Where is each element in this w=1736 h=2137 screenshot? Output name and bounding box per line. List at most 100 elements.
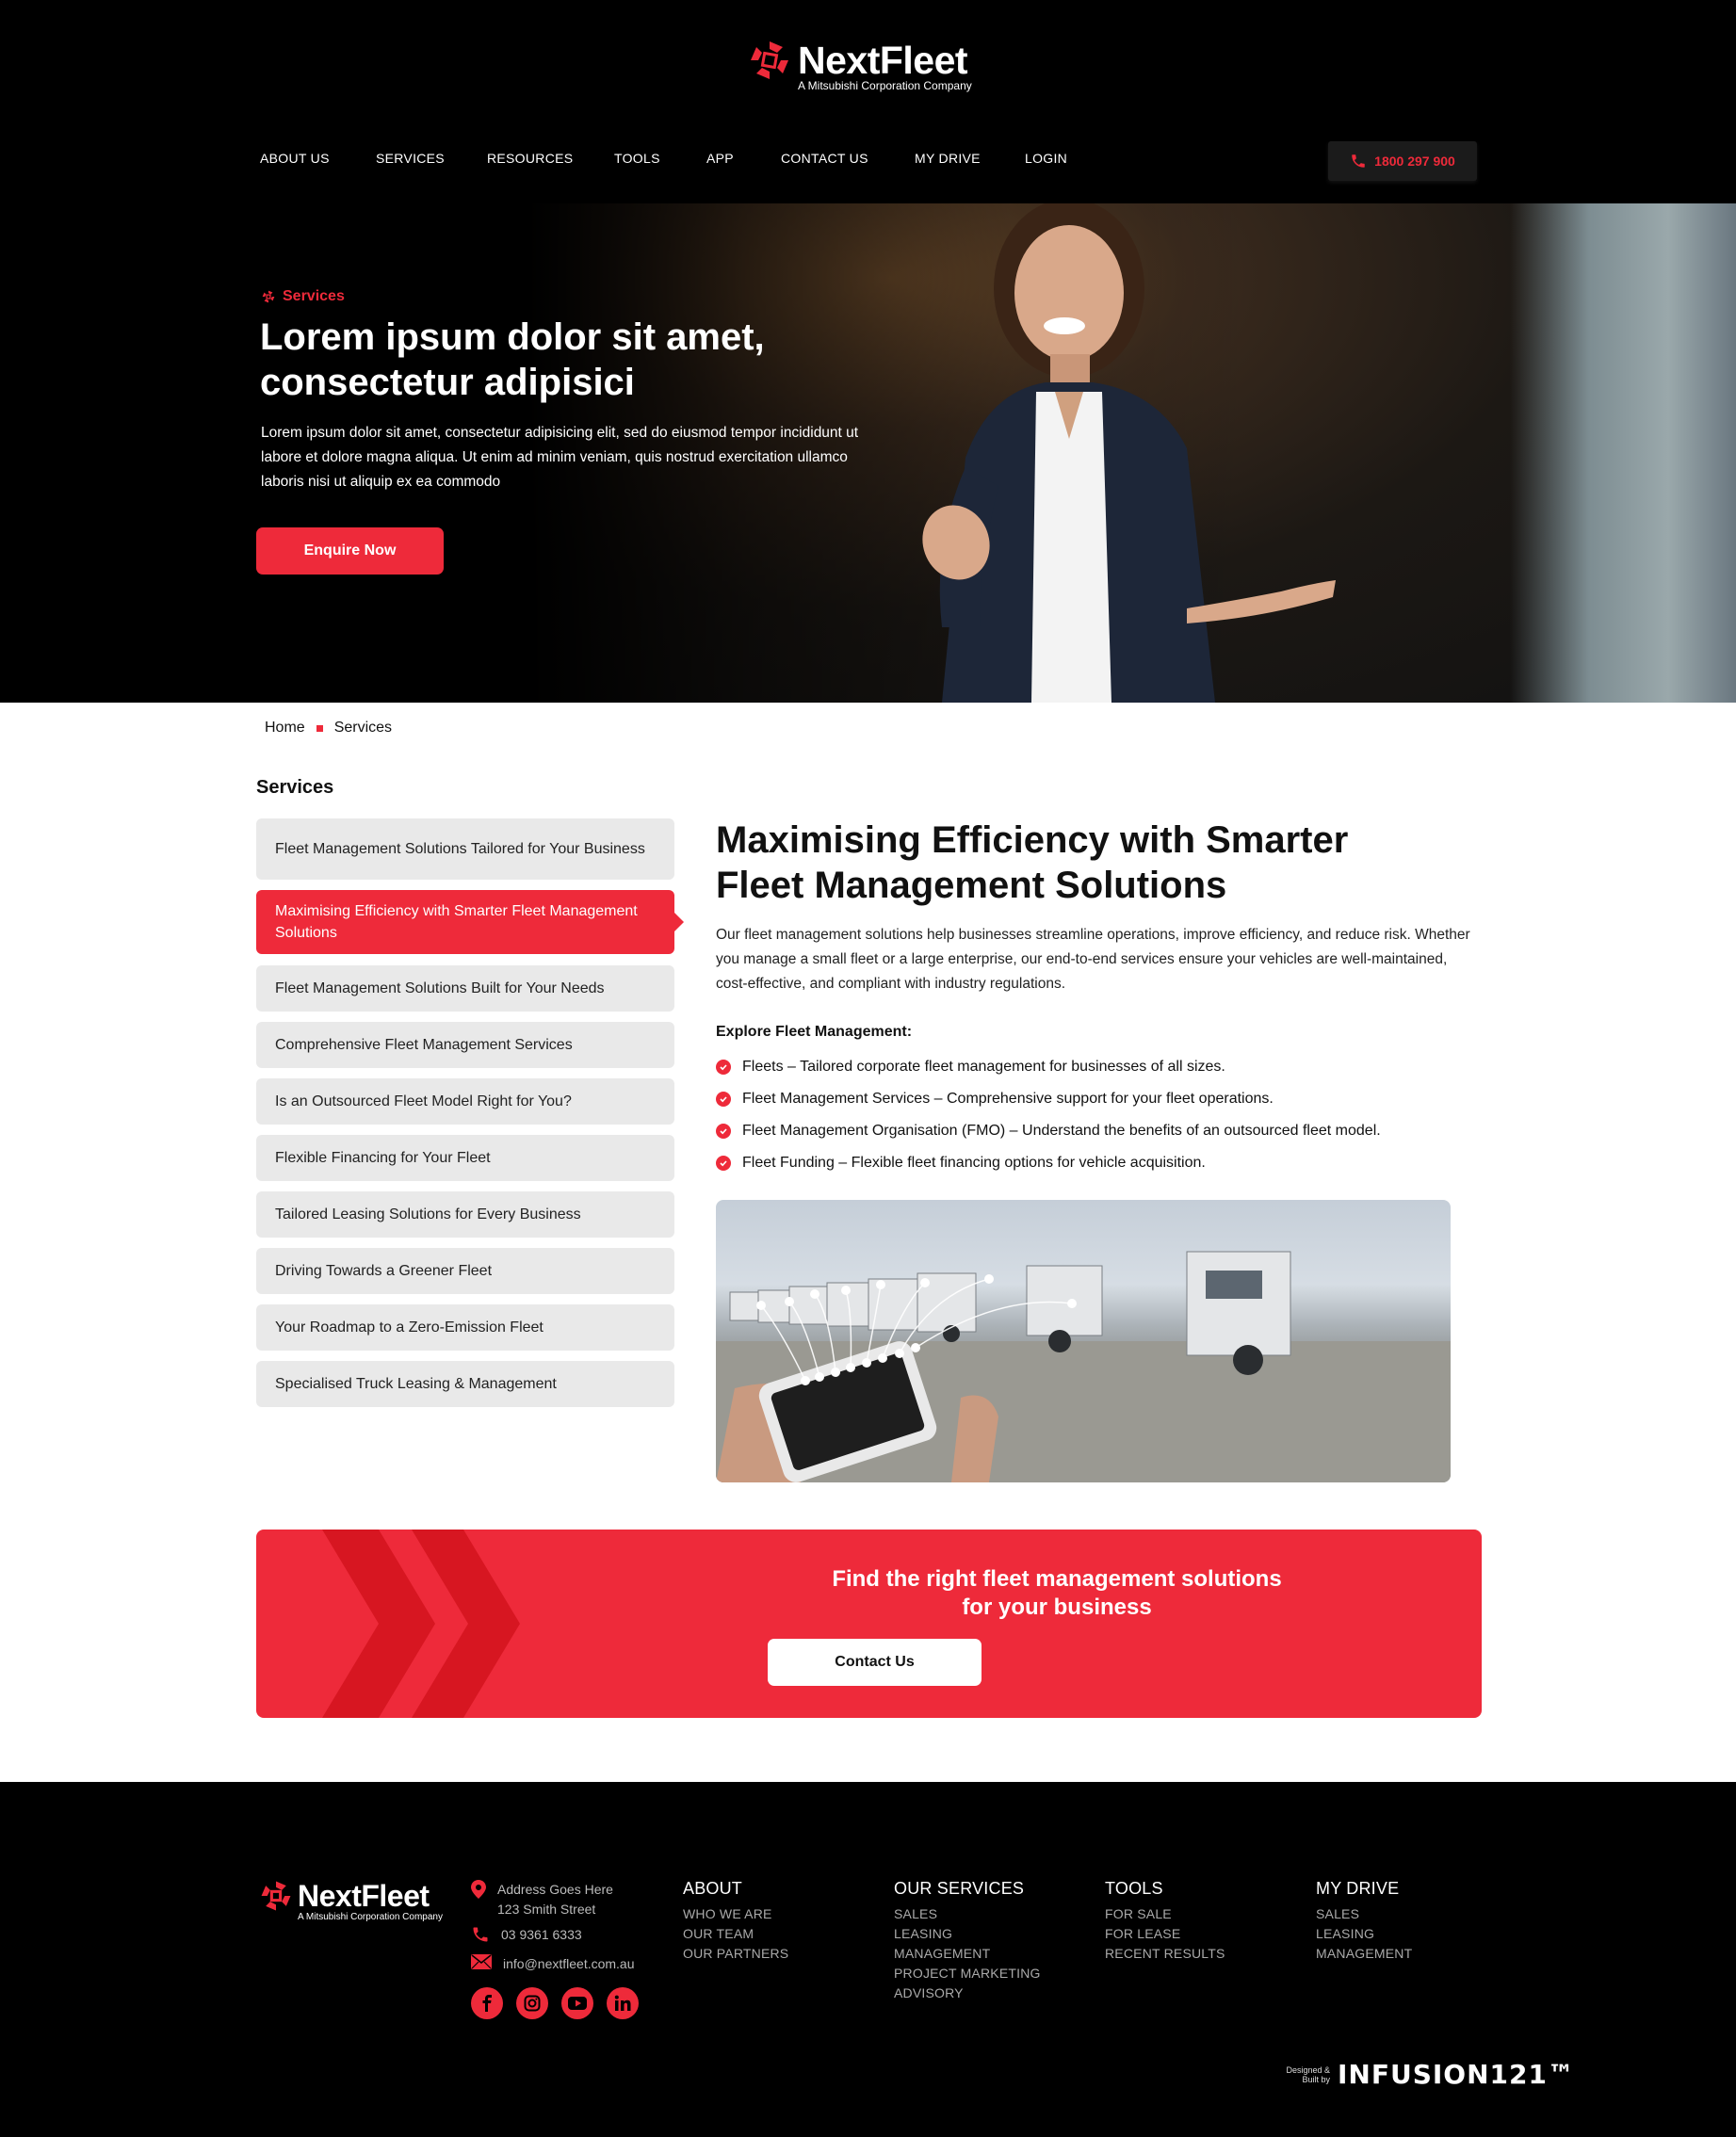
nav-tools[interactable]: TOOLS xyxy=(614,151,660,166)
breadcrumb-home[interactable]: Home xyxy=(265,720,305,737)
sidebar-item-label: Comprehensive Fleet Management Services xyxy=(275,1037,573,1053)
footer-col-heading: ABOUT xyxy=(683,1879,743,1898)
logo-mark-small-icon xyxy=(262,290,275,303)
sidebar-item-label: Flexible Financing for Your Fleet xyxy=(275,1150,491,1166)
hero-eyebrow-label: Services xyxy=(283,288,345,304)
brand-logo[interactable]: NextFleet A Mitsubishi Corporation Compa… xyxy=(749,40,994,98)
chevron-decoration-icon xyxy=(322,1530,520,1718)
footer-link-advisory[interactable]: ADVISORY xyxy=(894,1983,1041,2003)
nav-app[interactable]: APP xyxy=(706,151,734,166)
logo-mark-icon xyxy=(261,1881,291,1911)
address-line-1: Address Goes Here xyxy=(497,1882,613,1897)
youtube-icon[interactable] xyxy=(561,1987,593,2019)
footer-link-sales[interactable]: SALES xyxy=(894,1904,1041,1924)
facebook-icon[interactable] xyxy=(471,1987,503,2019)
phone-icon xyxy=(473,1927,488,1942)
footer-phone-number: 03 9361 6333 xyxy=(501,1927,582,1942)
bullet-text: Fleet Funding – Flexible fleet financing… xyxy=(742,1155,1206,1171)
footer-phone[interactable]: 03 9361 6333 xyxy=(471,1925,582,1945)
sidebar-item-maximising-efficiency[interactable]: Maximising Efficiency with Smarter Fleet… xyxy=(256,890,684,954)
bullet-fleets: Fleets – Tailored corporate fleet manage… xyxy=(716,1059,1225,1076)
sidebar-item-outsourced-model[interactable]: Is an Outsourced Fleet Model Right for Y… xyxy=(256,1078,674,1125)
footer-link-for-lease[interactable]: FOR LEASE xyxy=(1105,1924,1225,1944)
bullet-text: Fleets – Tailored corporate fleet manage… xyxy=(742,1059,1225,1075)
brand-tagline: A Mitsubishi Corporation Company xyxy=(798,79,972,92)
sidebar-item-flexible-financing[interactable]: Flexible Financing for Your Fleet xyxy=(256,1135,674,1181)
instagram-icon[interactable] xyxy=(516,1987,548,2019)
explore-title: Explore Fleet Management: xyxy=(716,1024,913,1040)
hero-section: Services Lorem ipsum dolor sit amet, con… xyxy=(0,203,1736,703)
sidebar-item-label: Fleet Management Solutions Built for You… xyxy=(275,980,605,996)
footer-link-leasing[interactable]: LEASING xyxy=(894,1924,1041,1944)
phone-number: 1800 297 900 xyxy=(1374,154,1455,169)
sidebar-item-label: Tailored Leasing Solutions for Every Bus… xyxy=(275,1206,581,1222)
footer-link-management[interactable]: MANAGEMENT xyxy=(1316,1944,1412,1964)
sidebar-item-label: Is an Outsourced Fleet Model Right for Y… xyxy=(275,1093,572,1109)
check-icon xyxy=(716,1092,731,1107)
sidebar-item-comprehensive-services[interactable]: Comprehensive Fleet Management Services xyxy=(256,1022,674,1068)
nav-services[interactable]: SERVICES xyxy=(376,151,445,166)
bullet-fleet-funding: Fleet Funding – Flexible fleet financing… xyxy=(716,1155,1206,1172)
footer-col-my-drive: MY DRIVE SALES LEASING MANAGEMENT xyxy=(1316,1878,1412,1964)
trucks-illustration xyxy=(716,1251,1451,1482)
nav-resources[interactable]: RESOURCES xyxy=(487,151,573,166)
sidebar-item-label: Fleet Management Solutions Tailored for … xyxy=(275,841,645,857)
bullet-text: Fleet Management Organisation (FMO) – Un… xyxy=(742,1123,1381,1139)
footer-col-our-services: OUR SERVICES SALES LEASING MANAGEMENT PR… xyxy=(894,1878,1041,2003)
footer-link-recent-results[interactable]: RECENT RESULTS xyxy=(1105,1944,1225,1964)
cta-banner: Find the right fleet management solution… xyxy=(256,1530,1482,1718)
nav-contact-us[interactable]: CONTACT US xyxy=(781,151,868,166)
sidebar-item-greener-fleet[interactable]: Driving Towards a Greener Fleet xyxy=(256,1248,674,1294)
site-footer: NextFleet A Mitsubishi Corporation Compa… xyxy=(0,1782,1736,2137)
linkedin-icon[interactable] xyxy=(607,1987,639,2019)
footer-col-tools: TOOLS FOR SALE FOR LEASE RECENT RESULTS xyxy=(1105,1878,1225,1964)
nav-about-us[interactable]: ABOUT US xyxy=(260,151,330,166)
location-pin-icon xyxy=(471,1880,486,1899)
check-icon xyxy=(716,1156,731,1171)
cta-title: Find the right fleet management solution… xyxy=(832,1566,1282,1620)
nav-my-drive[interactable]: MY DRIVE xyxy=(915,151,981,166)
sidebar-title: Services xyxy=(256,777,334,798)
nav-login[interactable]: LOGIN xyxy=(1025,151,1067,166)
phone-button[interactable]: 1800 297 900 xyxy=(1328,141,1477,181)
sidebar-item-built-for-needs[interactable]: Fleet Management Solutions Built for You… xyxy=(256,965,674,1012)
main-intro: Our fleet management solutions help busi… xyxy=(716,927,1470,992)
bullet-text: Fleet Management Services – Comprehensiv… xyxy=(742,1091,1274,1107)
sidebar-item-truck-leasing[interactable]: Specialised Truck Leasing & Management xyxy=(256,1361,674,1407)
footer-link-project-marketing[interactable]: PROJECT MARKETING xyxy=(894,1964,1041,1983)
presenter-figure xyxy=(922,203,1215,703)
check-icon xyxy=(716,1060,731,1075)
sidebar-item-zero-emission[interactable]: Your Roadmap to a Zero-Emission Fleet xyxy=(256,1304,674,1351)
credit-brand: INFUSION121™ xyxy=(1338,2059,1575,2090)
footer-col-heading: MY DRIVE xyxy=(1316,1879,1400,1898)
contact-us-button[interactable]: Contact Us xyxy=(768,1639,982,1686)
footer-link-sales[interactable]: SALES xyxy=(1316,1904,1412,1924)
sidebar-item-tailored-leasing[interactable]: Tailored Leasing Solutions for Every Bus… xyxy=(256,1191,674,1238)
footer-email-address: info@nextfleet.com.au xyxy=(503,1956,635,1971)
bullet-fleet-services: Fleet Management Services – Comprehensiv… xyxy=(716,1091,1274,1108)
sidebar-item-label: Driving Towards a Greener Fleet xyxy=(275,1263,493,1279)
sidebar-item-label: Specialised Truck Leasing & Management xyxy=(275,1376,557,1392)
phone-icon xyxy=(1352,154,1365,168)
credit-label: Designed & Built by xyxy=(1286,2064,1330,2084)
footer-link-management[interactable]: MANAGEMENT xyxy=(894,1944,1041,1964)
footer-col-about: ABOUT WHO WE ARE OUR TEAM OUR PARTNERS xyxy=(683,1878,788,1964)
footer-link-our-partners[interactable]: OUR PARTNERS xyxy=(683,1944,788,1964)
footer-brand-name: NextFleet xyxy=(298,1879,430,1913)
fleet-trucks-image xyxy=(716,1200,1451,1482)
footer-link-our-team[interactable]: OUR TEAM xyxy=(683,1924,788,1944)
sidebar-item-tailored-business[interactable]: Fleet Management Solutions Tailored for … xyxy=(256,818,674,880)
footer-email[interactable]: info@nextfleet.com.au xyxy=(471,1954,635,1974)
bullet-fmo: Fleet Management Organisation (FMO) – Un… xyxy=(716,1123,1381,1140)
outstretched-hand xyxy=(1187,580,1336,623)
footer-logo[interactable]: NextFleet A Mitsubishi Corporation Compa… xyxy=(260,1880,443,1923)
breadcrumb: Home Services xyxy=(265,720,392,737)
footer-link-who-we-are[interactable]: WHO WE ARE xyxy=(683,1904,788,1924)
footer-link-for-sale[interactable]: FOR SALE xyxy=(1105,1904,1225,1924)
designer-credit[interactable]: Designed & Built by INFUSION121™ xyxy=(1274,2059,1575,2090)
footer-link-leasing[interactable]: LEASING xyxy=(1316,1924,1412,1944)
enquire-now-button[interactable]: Enquire Now xyxy=(256,527,444,575)
check-icon xyxy=(716,1124,731,1139)
sidebar-item-label: Maximising Efficiency with Smarter Fleet… xyxy=(275,903,638,941)
hero-description: Lorem ipsum dolor sit amet, consectetur … xyxy=(261,425,859,490)
